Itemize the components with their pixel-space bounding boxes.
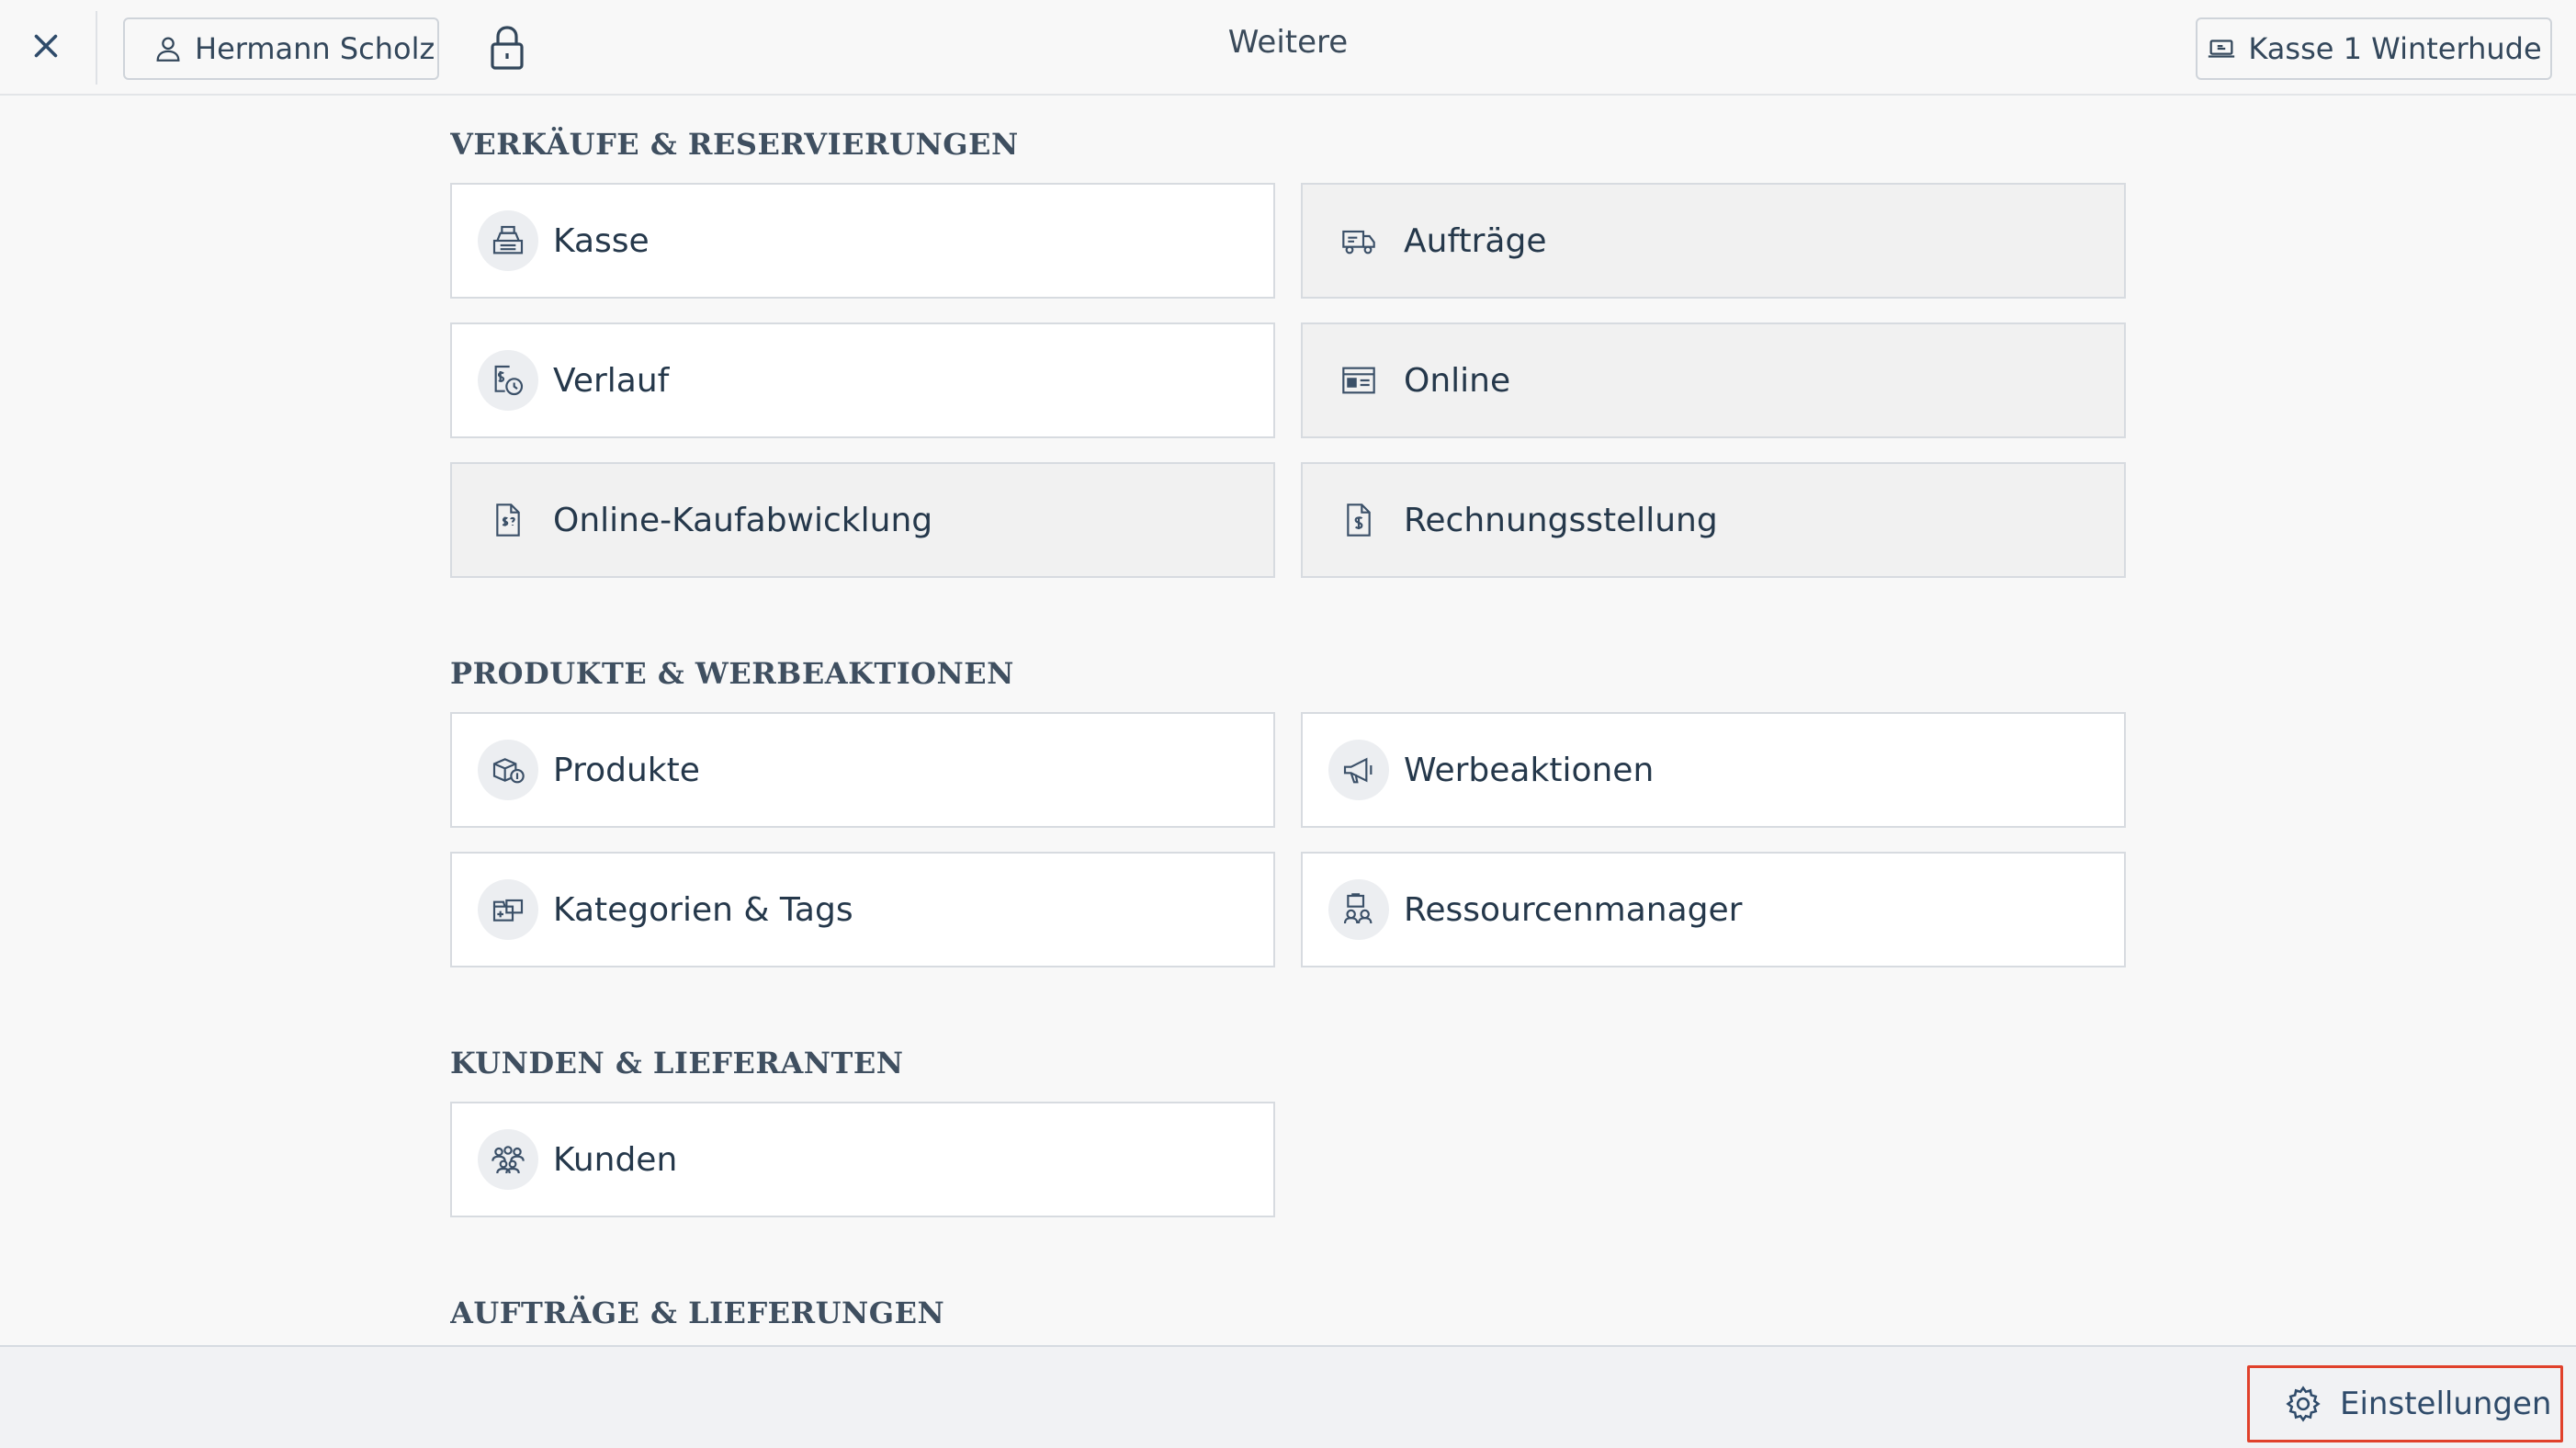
close-icon xyxy=(34,34,58,58)
gear-icon xyxy=(2286,1386,2321,1422)
tile-werbeaktionen[interactable]: Werbeaktionen xyxy=(1301,712,2126,828)
register-button[interactable]: Kasse 1 Winterhude xyxy=(2196,17,2552,80)
tile-label: Online-Kaufabwicklung xyxy=(553,501,933,539)
section-title: AUFTRÄGE & LIEFERUNGEN xyxy=(450,1295,945,1330)
lock-button[interactable] xyxy=(485,24,529,72)
resources-icon xyxy=(1343,893,1373,924)
history-icon xyxy=(494,365,524,396)
section-title: KUNDEN & LIEFERANTEN xyxy=(450,1046,904,1080)
tile-verlauf[interactable]: Verlauf xyxy=(450,322,1275,438)
tile-kasse[interactable]: Kasse xyxy=(450,183,1275,299)
online-checkout-icon xyxy=(496,503,520,537)
tile-auftraege[interactable]: Aufträge xyxy=(1301,183,2126,299)
register-name: Kasse 1 Winterhude xyxy=(2248,31,2542,66)
cash-register-icon xyxy=(492,225,524,255)
customers-icon xyxy=(491,1146,525,1174)
section-title: PRODUKTE & WERBEAKTIONEN xyxy=(450,656,1014,691)
lock-icon xyxy=(491,26,524,70)
laptop-icon xyxy=(2209,40,2235,58)
tile-label: Aufträge xyxy=(1404,221,1547,260)
tile-kunden[interactable]: Kunden xyxy=(450,1102,1275,1217)
tile-label: Kategorien & Tags xyxy=(553,890,853,929)
tile-ressourcenmanager[interactable]: Ressourcenmanager xyxy=(1301,852,2126,967)
tile-label: Ressourcenmanager xyxy=(1404,890,1743,929)
megaphone-icon xyxy=(1343,757,1373,784)
invoice-icon xyxy=(1347,503,1371,537)
tile-label: Online xyxy=(1404,361,1511,400)
tile-label: Rechnungsstellung xyxy=(1404,501,1718,539)
tile-online[interactable]: Online xyxy=(1301,322,2126,438)
tile-label: Kasse xyxy=(553,221,650,260)
tile-rechnungsstellung[interactable]: Rechnungsstellung xyxy=(1301,462,2126,578)
tile-label: Werbeaktionen xyxy=(1404,751,1655,789)
tile-label: Verlauf xyxy=(553,361,670,400)
settings-button[interactable]: Einstellungen xyxy=(2247,1365,2563,1442)
online-store-icon xyxy=(1342,367,1375,394)
section-title: VERKÄUFE & RESERVIERUNGEN xyxy=(450,127,1019,162)
tile-produkte[interactable]: Produkte xyxy=(450,712,1275,828)
categories-icon xyxy=(492,899,524,922)
menu-content: VERKÄUFE & RESERVIERUNGEN Kasse Aufträge… xyxy=(450,96,2131,1345)
delivery-truck-icon xyxy=(1342,230,1375,255)
divider xyxy=(96,11,97,85)
user-icon xyxy=(156,37,180,62)
tile-label: Kunden xyxy=(553,1140,678,1179)
close-button[interactable] xyxy=(11,11,81,81)
bottom-bar: Einstellungen xyxy=(0,1345,2576,1448)
tile-kategorien-tags[interactable]: Kategorien & Tags xyxy=(450,852,1275,967)
user-button[interactable]: Hermann Scholz xyxy=(123,17,439,80)
top-bar: Hermann Scholz Weitere Kasse 1 Winterhud… xyxy=(0,0,2576,96)
tile-label: Produkte xyxy=(553,751,700,789)
settings-label: Einstellungen xyxy=(2340,1386,2552,1422)
tile-online-kaufabwicklung[interactable]: Online-Kaufabwicklung xyxy=(450,462,1275,578)
user-name: Hermann Scholz xyxy=(195,31,435,66)
products-icon xyxy=(492,758,525,784)
